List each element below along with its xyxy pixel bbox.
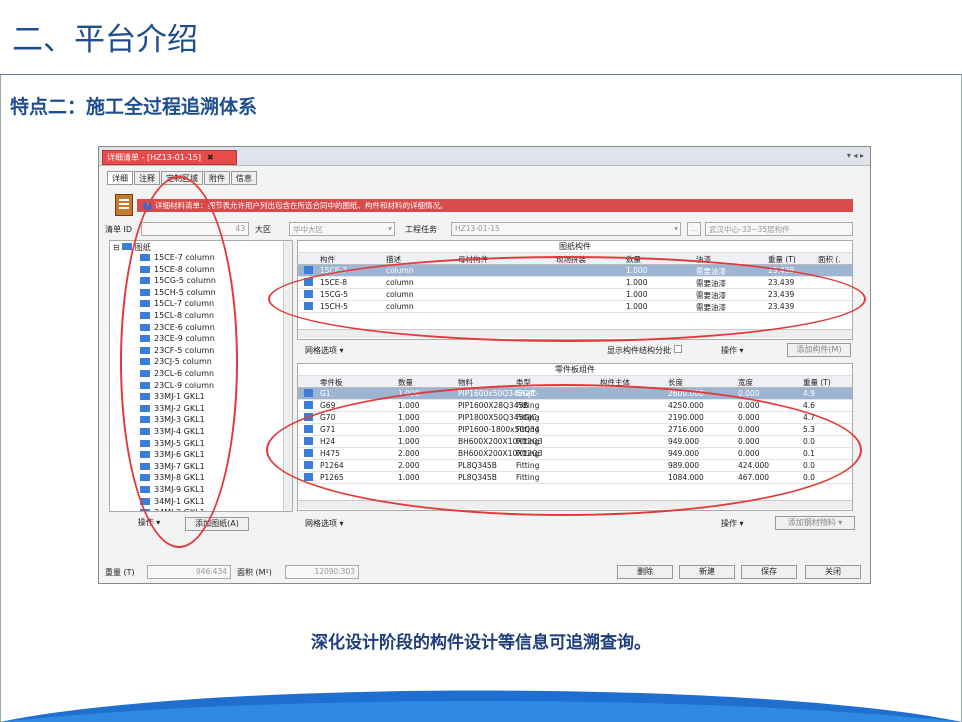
add-material-button[interactable]: 添加钢材物料 ▾ bbox=[775, 516, 855, 530]
slide-title-bar: 二、平台介绍 bbox=[0, 0, 962, 75]
column-header[interactable]: 零件板 bbox=[320, 377, 343, 388]
table-cell: G1 bbox=[320, 389, 331, 398]
task-value: HZ13-01-15 bbox=[455, 224, 500, 233]
grid-options-bottom[interactable]: 网格选项 ▾ bbox=[305, 518, 344, 529]
operate-label: 操作 bbox=[721, 346, 737, 355]
delete-button[interactable]: 删除 bbox=[617, 565, 673, 579]
info-banner: i 详细材料清单：细节表允许用户列出包含在所选合同中的图纸、构件和材料的详细情况。 bbox=[137, 199, 853, 212]
weight-total-field: 946.434 bbox=[147, 565, 231, 579]
chevron-down-icon: ▾ bbox=[674, 224, 678, 233]
column-header[interactable]: 长度 bbox=[668, 377, 683, 388]
task-label: 工程任务 bbox=[405, 225, 437, 234]
column-header[interactable]: 宽度 bbox=[738, 377, 753, 388]
region-select[interactable]: 华中大区 ▾ bbox=[289, 222, 395, 236]
column-header[interactable]: 面积 (. bbox=[818, 254, 841, 265]
area-label: 面积 (M²) bbox=[237, 568, 272, 577]
column-header[interactable]: 重量 (T) bbox=[803, 377, 831, 388]
document-tab-label: 详细清单 - [HZ13-01-15] bbox=[107, 153, 202, 162]
highlight-ellipse-tree bbox=[120, 176, 238, 548]
list-document-icon bbox=[115, 194, 133, 216]
grid-options-label: 网格选项 bbox=[305, 346, 337, 355]
show-split-label: 显示构件结构分批 bbox=[607, 346, 671, 355]
window-controls[interactable]: ▾ ◂ ▸ bbox=[847, 151, 864, 160]
row-icon bbox=[304, 389, 313, 397]
close-button[interactable]: 关闭 bbox=[805, 565, 861, 579]
highlight-ellipse-members bbox=[268, 256, 866, 342]
operate-label: 操作 bbox=[721, 519, 737, 528]
highlight-ellipse-parts bbox=[266, 384, 862, 516]
show-split-checkbox[interactable] bbox=[673, 345, 682, 353]
project-field[interactable]: 武汉中心-33~35层构件 bbox=[705, 222, 853, 236]
new-button[interactable]: 新建 bbox=[679, 565, 735, 579]
slide-subtitle: 特点二：施工全过程追溯体系 bbox=[10, 96, 258, 118]
operate-menu-top[interactable]: 操作 ▾ bbox=[721, 345, 744, 356]
tab-info[interactable]: 信息 bbox=[231, 171, 257, 185]
add-member-button[interactable]: 添加构件(M) bbox=[787, 343, 851, 357]
grid-title: 零件板组件 bbox=[298, 364, 852, 376]
grid-title: 图纸构件 bbox=[298, 241, 852, 253]
tab-attachments[interactable]: 附件 bbox=[204, 171, 230, 185]
region-value: 华中大区 bbox=[293, 225, 323, 234]
list-id-label: 清单 ID bbox=[105, 225, 133, 234]
document-tabbar: 详细清单 - [HZ13-01-15] ✖ ▾ ◂ ▸ bbox=[99, 147, 870, 166]
table-cell: 4.6 bbox=[803, 401, 815, 410]
grid-options-top[interactable]: 网格选项 ▾ bbox=[305, 345, 344, 356]
chevron-down-icon: ▾ bbox=[388, 224, 392, 233]
row-icon bbox=[304, 401, 313, 409]
show-split-toggle[interactable]: 显示构件结构分批 bbox=[607, 345, 682, 356]
column-header[interactable]: 重量 (T) bbox=[768, 254, 796, 265]
column-header[interactable]: 数量 bbox=[398, 377, 413, 388]
row-icon bbox=[304, 266, 313, 274]
task-select[interactable]: HZ13-01-15 ▾ bbox=[451, 222, 681, 236]
region-label: 大区 bbox=[255, 225, 271, 234]
operate-menu-bottom[interactable]: 操作 ▾ bbox=[721, 518, 744, 529]
table-cell: 4.9 bbox=[803, 389, 815, 398]
column-header[interactable]: 构件 bbox=[320, 254, 335, 265]
weight-label: 重量 (T) bbox=[105, 568, 135, 577]
document-tab[interactable]: 详细清单 - [HZ13-01-15] ✖ bbox=[102, 150, 237, 165]
folder-icon bbox=[122, 243, 133, 250]
browse-button[interactable]: ... bbox=[687, 222, 701, 236]
slide-title: 二、平台介绍 bbox=[12, 22, 198, 58]
save-button[interactable]: 保存 bbox=[741, 565, 797, 579]
tab-notes[interactable]: 注释 bbox=[134, 171, 160, 185]
tab-detail[interactable]: 详细 bbox=[107, 171, 133, 185]
grid-options-label: 网格选项 bbox=[305, 519, 337, 528]
area-total-field: 12090.303 bbox=[285, 565, 359, 579]
close-tab-icon[interactable]: ✖ bbox=[207, 153, 214, 162]
add-material-label: 添加钢材物料 bbox=[787, 518, 836, 527]
slide-caption: 深化设计阶段的构件设计等信息可追溯查询。 bbox=[311, 633, 651, 653]
decorative-wave bbox=[0, 690, 962, 722]
